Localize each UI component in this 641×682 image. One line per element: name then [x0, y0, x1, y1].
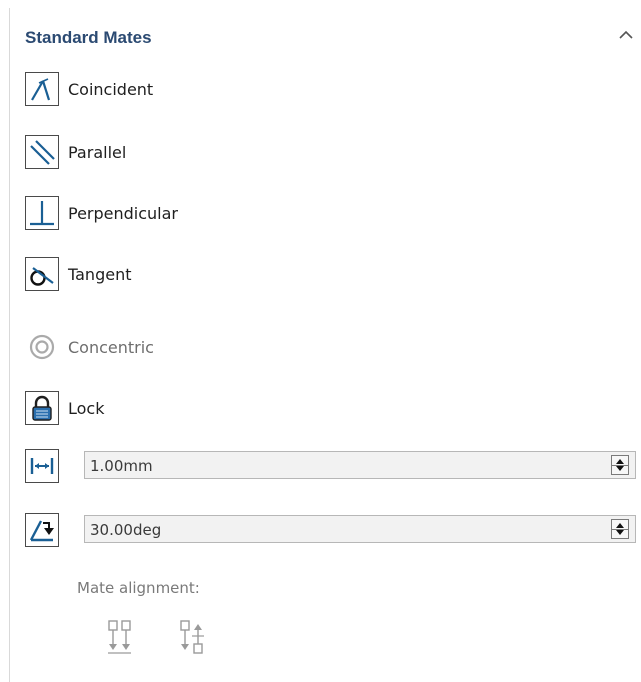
spin-up-icon[interactable] [616, 459, 624, 464]
mate-label: Coincident [68, 79, 154, 99]
aligned-icon[interactable] [106, 618, 134, 658]
mate-label: Lock [68, 398, 105, 418]
angle-icon[interactable] [25, 513, 59, 547]
chevron-up-icon[interactable] [615, 24, 637, 46]
angle-value: 30.00deg [90, 521, 162, 539]
perpendicular-icon[interactable] [25, 196, 59, 230]
section-title: Standard Mates [25, 28, 152, 47]
distance-spinner[interactable] [611, 455, 629, 475]
standard-mates-panel: Standard Mates Coincident Parallel Perpe… [0, 0, 641, 682]
spin-up-icon[interactable] [616, 523, 624, 528]
mate-lock[interactable]: Lock [25, 391, 104, 425]
distance-input[interactable]: 1.00mm [84, 451, 636, 479]
mate-perpendicular[interactable]: Perpendicular [25, 196, 178, 230]
spin-down-icon[interactable] [616, 530, 624, 535]
mate-alignment-label: Mate alignment: [77, 579, 200, 597]
mate-label: Concentric [68, 337, 154, 357]
distance-icon[interactable] [25, 449, 59, 483]
mate-coincident[interactable]: Coincident [25, 72, 153, 106]
mate-label: Parallel [68, 142, 127, 162]
mate-label: Perpendicular [68, 203, 179, 223]
mate-label: Tangent [68, 264, 132, 284]
anti-aligned-icon[interactable] [178, 618, 206, 658]
coincident-icon[interactable] [25, 72, 59, 106]
parallel-icon[interactable] [25, 135, 59, 169]
mate-tangent[interactable]: Tangent [25, 257, 131, 291]
angle-input[interactable]: 30.00deg [84, 515, 636, 543]
concentric-icon [25, 330, 59, 364]
spin-down-icon[interactable] [616, 466, 624, 471]
mate-concentric[interactable]: Concentric [25, 330, 154, 364]
lock-icon[interactable] [25, 391, 59, 425]
angle-spinner[interactable] [611, 519, 629, 539]
mate-parallel[interactable]: Parallel [25, 135, 126, 169]
angle-row: 30.00deg [25, 513, 636, 547]
tangent-icon[interactable] [25, 257, 59, 291]
distance-value: 1.00mm [90, 457, 153, 475]
distance-row: 1.00mm [25, 449, 636, 483]
